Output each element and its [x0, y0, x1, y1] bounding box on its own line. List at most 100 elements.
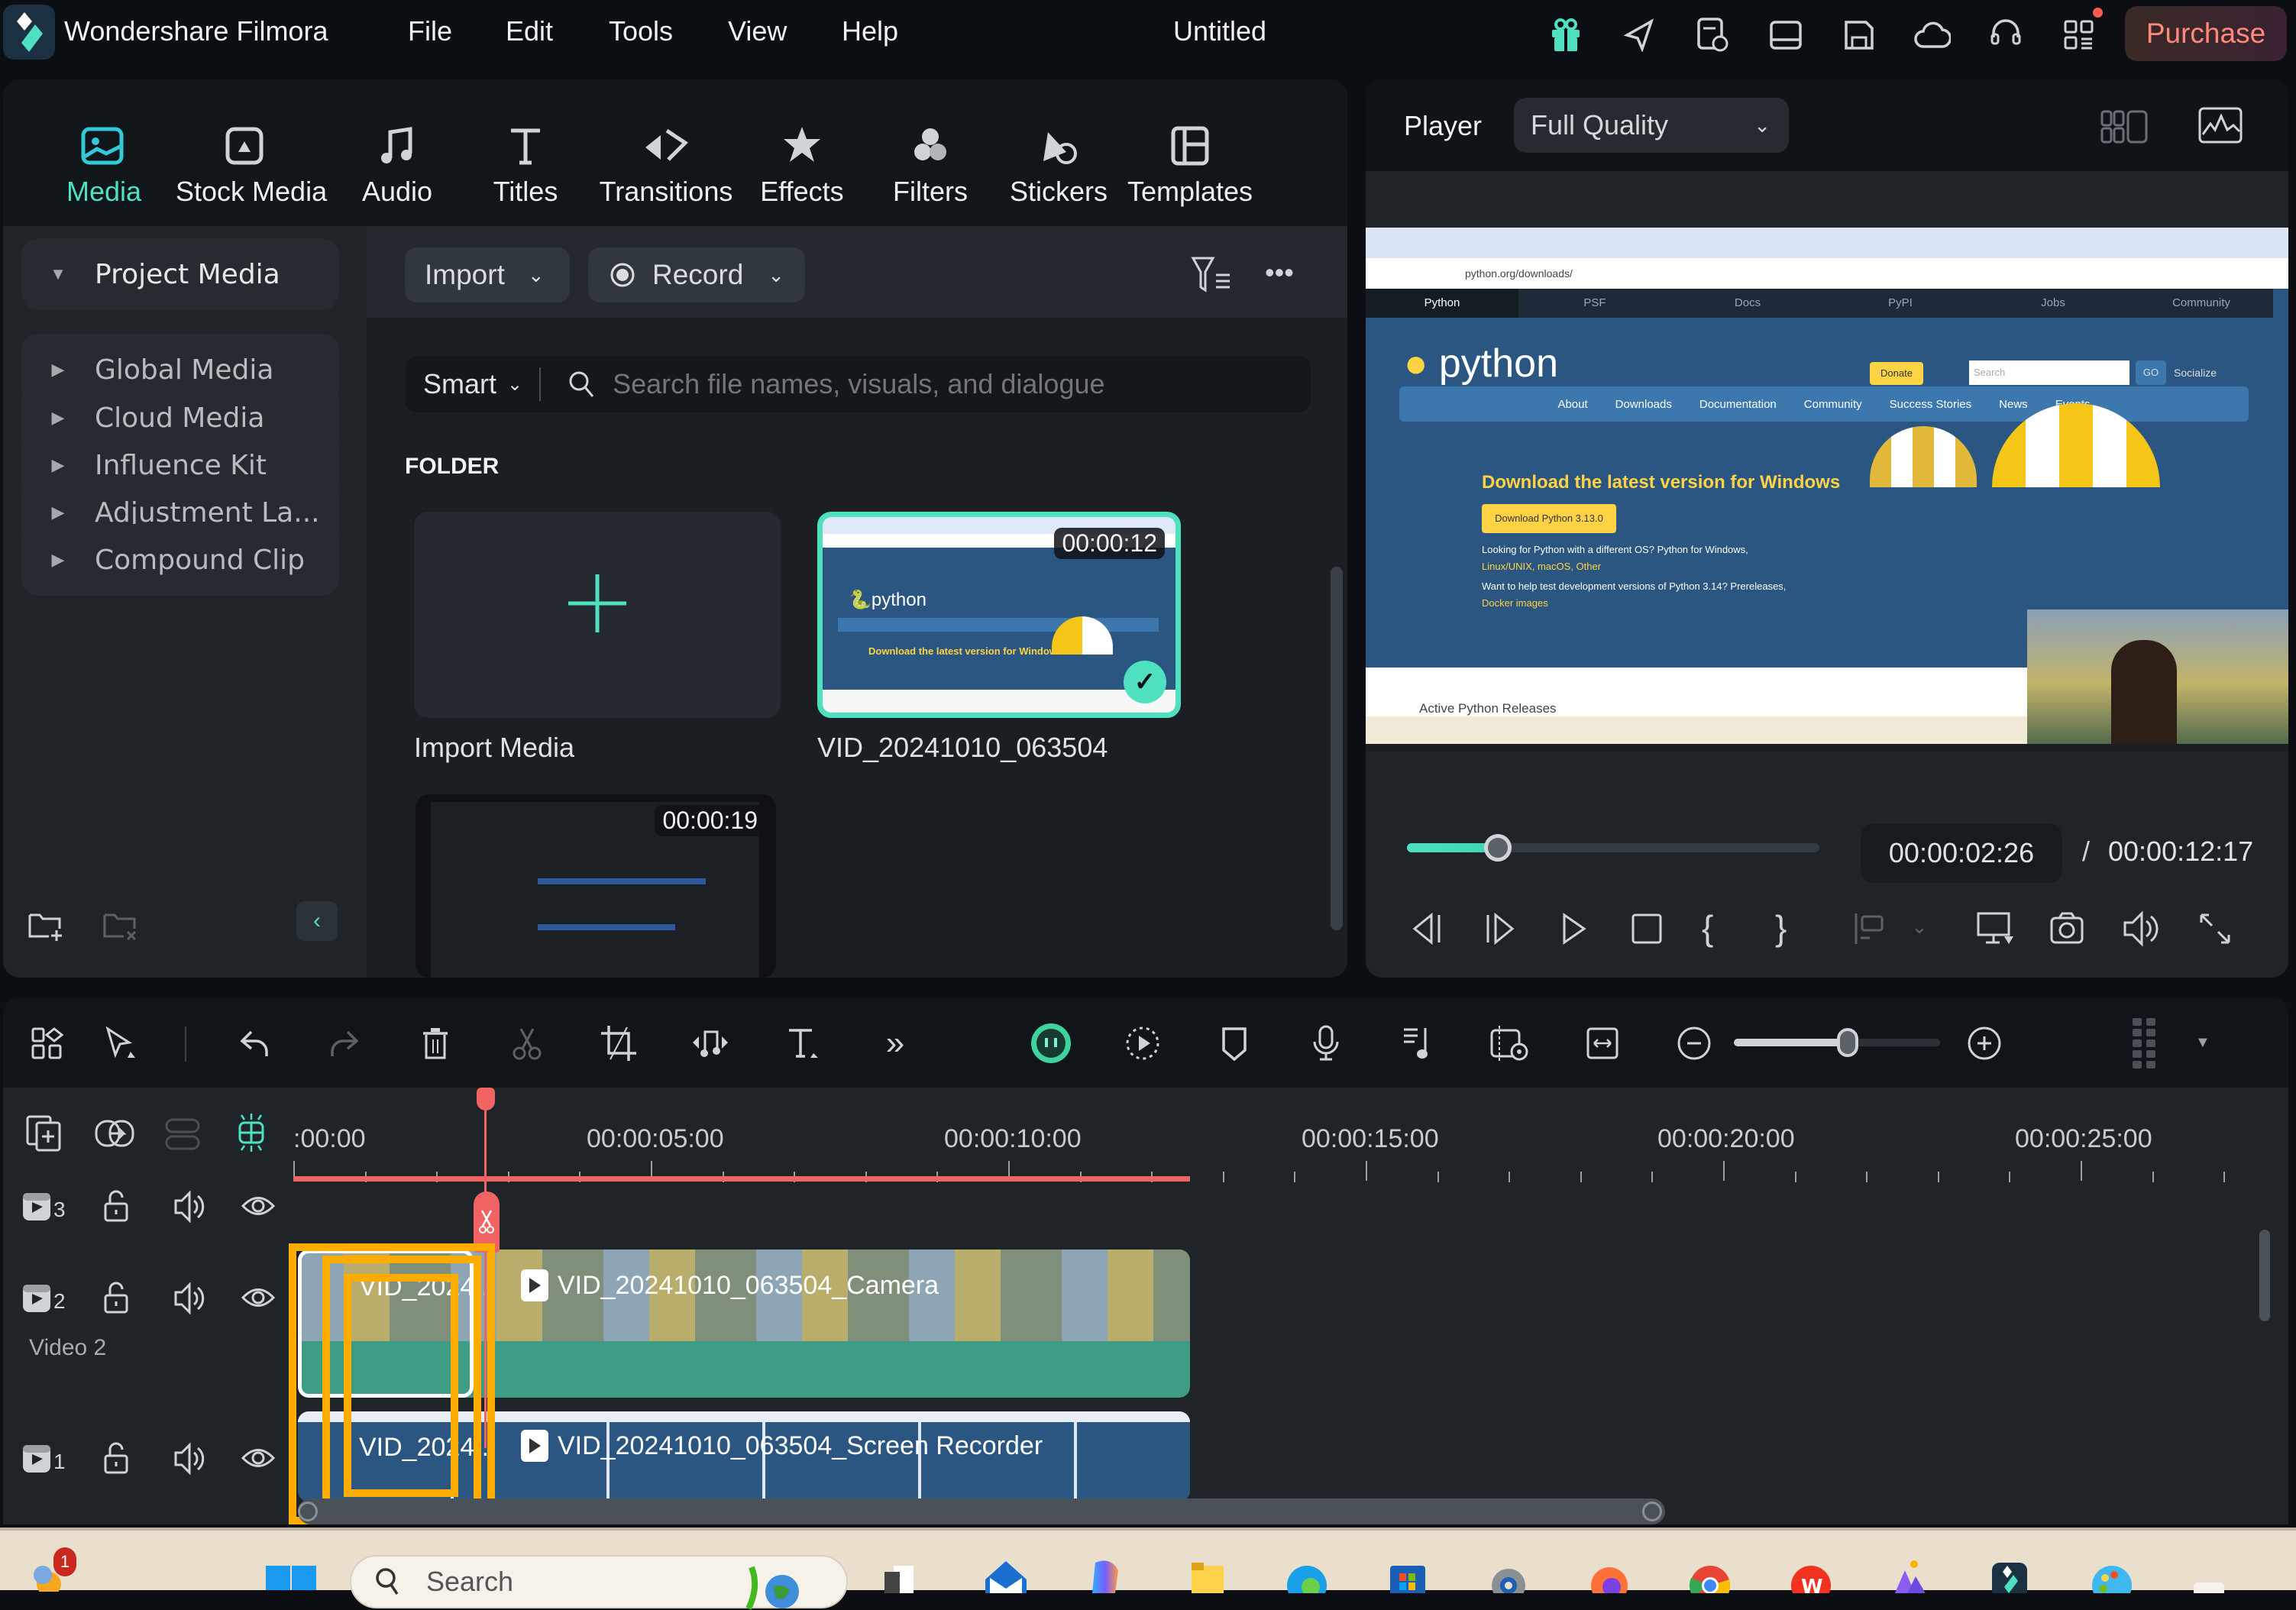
zoom-in-icon[interactable] [1960, 1019, 2009, 1068]
mark-out-icon[interactable]: } [1775, 907, 1787, 949]
windows-start-icon[interactable] [263, 1555, 316, 1593]
marker-icon[interactable] [1210, 1019, 1259, 1068]
more-options-icon[interactable]: ••• [1265, 257, 1294, 289]
menu-file[interactable]: File [408, 15, 452, 47]
menu-edit[interactable]: Edit [506, 15, 553, 47]
current-time[interactable]: 00:00:02:26 [1861, 823, 2062, 883]
visibility-eye-icon[interactable] [241, 1193, 275, 1219]
task-view-icon[interactable] [878, 1555, 932, 1593]
zoom-out-icon[interactable] [1670, 1019, 1719, 1068]
audio-beat-icon[interactable] [1393, 1019, 1442, 1068]
mute-track-icon[interactable] [173, 1442, 205, 1476]
copilot-icon[interactable] [1080, 1555, 1133, 1593]
media-item[interactable]: 00:00:19 [416, 794, 776, 978]
lock-track-icon[interactable] [102, 1190, 130, 1224]
layout-switch-icon[interactable] [23, 1019, 72, 1068]
play-icon[interactable] [1555, 910, 1592, 947]
task-schedule-icon[interactable] [1691, 14, 1734, 57]
file-explorer-icon[interactable] [1181, 1555, 1234, 1593]
wps-office-icon[interactable]: W [1784, 1555, 1838, 1593]
menu-tools[interactable]: Tools [609, 15, 673, 47]
next-frame-icon[interactable] [1482, 910, 1518, 947]
magnetic-snap-icon[interactable] [232, 1112, 270, 1153]
quality-dropdown[interactable]: Full Quality ⌄ [1514, 98, 1789, 153]
send-feedback-icon[interactable] [1618, 14, 1661, 57]
playhead-handle[interactable] [477, 1088, 495, 1111]
menu-view[interactable]: View [728, 15, 787, 47]
media-item[interactable]: 🐍python Download the latest version for … [817, 512, 1181, 718]
work-area-bar[interactable] [293, 1176, 1190, 1182]
tab-stock-media[interactable]: Stock Media [176, 119, 327, 208]
link-clip-icon[interactable] [93, 1118, 136, 1149]
timeline-horizontal-scrollbar[interactable] [298, 1498, 1665, 1524]
scroll-left-handle[interactable] [298, 1502, 318, 1521]
import-media-card[interactable] [414, 512, 781, 718]
layout-icon[interactable] [1764, 14, 1807, 57]
tab-effects[interactable]: Effects [733, 119, 871, 208]
unlink-clip-icon[interactable] [163, 1117, 202, 1152]
taskbar-search[interactable]: Search [350, 1555, 848, 1610]
sidebar-item-compound-clip[interactable]: ▶ Compound Clip [21, 524, 339, 596]
playback-scrubber-handle[interactable] [1483, 834, 1512, 862]
snapshot-camera-icon[interactable] [2049, 910, 2085, 946]
mail-icon[interactable] [979, 1555, 1033, 1593]
fullscreen-icon[interactable] [2198, 912, 2232, 946]
caret-down-icon[interactable]: ▼ [2195, 1034, 2210, 1052]
paint-icon[interactable] [2085, 1555, 2139, 1593]
menu-help[interactable]: Help [842, 15, 898, 47]
photos-app-icon[interactable] [1884, 1555, 1937, 1593]
tray-app-icon[interactable] [2183, 1555, 2236, 1593]
delete-folder-icon[interactable] [102, 910, 141, 941]
tab-titles[interactable]: Titles [457, 119, 594, 208]
import-dropdown[interactable]: Import ⌄ [405, 247, 570, 302]
visibility-eye-icon[interactable] [241, 1285, 275, 1311]
record-dropdown[interactable]: Record ⌄ [588, 247, 805, 302]
edge-browser-icon[interactable] [1280, 1555, 1334, 1593]
redo-icon[interactable] [319, 1019, 368, 1068]
track-layout-icon[interactable] [2120, 1014, 2169, 1072]
firefox-icon[interactable] [1583, 1555, 1636, 1593]
undo-icon[interactable] [231, 1019, 280, 1068]
playback-progress-track[interactable] [1407, 834, 1819, 862]
filter-sort-icon[interactable] [1190, 255, 1233, 293]
gift-icon[interactable] [1544, 14, 1587, 57]
lock-track-icon[interactable] [102, 1282, 130, 1315]
add-track-icon[interactable] [26, 1115, 64, 1152]
new-folder-icon[interactable] [27, 910, 66, 941]
auto-highlight-icon[interactable] [1118, 1019, 1167, 1068]
multi-view-icon[interactable] [2100, 110, 2149, 144]
audio-stretch-icon[interactable] [686, 1019, 735, 1068]
tab-templates[interactable]: Templates [1121, 119, 1259, 208]
fit-timeline-icon[interactable] [1578, 1019, 1627, 1068]
sidebar-item-project-media[interactable]: ▼ Project Media [21, 238, 339, 310]
volume-icon[interactable] [2122, 910, 2162, 947]
display-settings-icon[interactable] [1975, 910, 2016, 947]
support-headset-icon[interactable] [1984, 14, 2027, 57]
tab-stickers[interactable]: Stickers [990, 119, 1127, 208]
smart-search-dropdown[interactable]: Smart [423, 368, 496, 400]
zoom-slider-handle[interactable] [1836, 1028, 1858, 1057]
apps-grid-icon[interactable] [2058, 14, 2100, 57]
more-tools-icon[interactable]: » [871, 1019, 920, 1068]
media-scrollbar[interactable] [1331, 567, 1343, 930]
cloud-sync-icon[interactable] [1911, 14, 1954, 57]
tab-filters[interactable]: Filters [862, 119, 999, 208]
timeline-zoom-slider[interactable] [1734, 1028, 1940, 1057]
split-scissors-icon[interactable] [503, 1019, 551, 1068]
settings-gear-icon[interactable] [1482, 1555, 1535, 1593]
previous-frame-icon[interactable] [1408, 910, 1445, 947]
collapse-sidebar-button[interactable]: ‹ [296, 901, 338, 941]
text-tool-icon[interactable] [779, 1019, 828, 1068]
scroll-right-handle[interactable] [1642, 1502, 1662, 1521]
timeline-vertical-scrollbar[interactable] [2259, 1230, 2270, 1321]
mute-track-icon[interactable] [173, 1190, 205, 1224]
chrome-icon[interactable] [1683, 1555, 1737, 1593]
stop-icon[interactable] [1628, 910, 1665, 947]
tab-transitions[interactable]: Transitions [597, 119, 735, 208]
record-voiceover-icon[interactable] [1302, 1019, 1350, 1068]
mark-in-icon[interactable]: { [1702, 907, 1713, 949]
purchase-button[interactable]: Purchase [2125, 6, 2287, 61]
media-search-input[interactable] [613, 368, 1285, 400]
tab-audio[interactable]: Audio [328, 119, 466, 208]
timeline-ruler[interactable]: :00:00 00:00:05:00 00:00:10:00 00:00:15:… [293, 1088, 2288, 1187]
